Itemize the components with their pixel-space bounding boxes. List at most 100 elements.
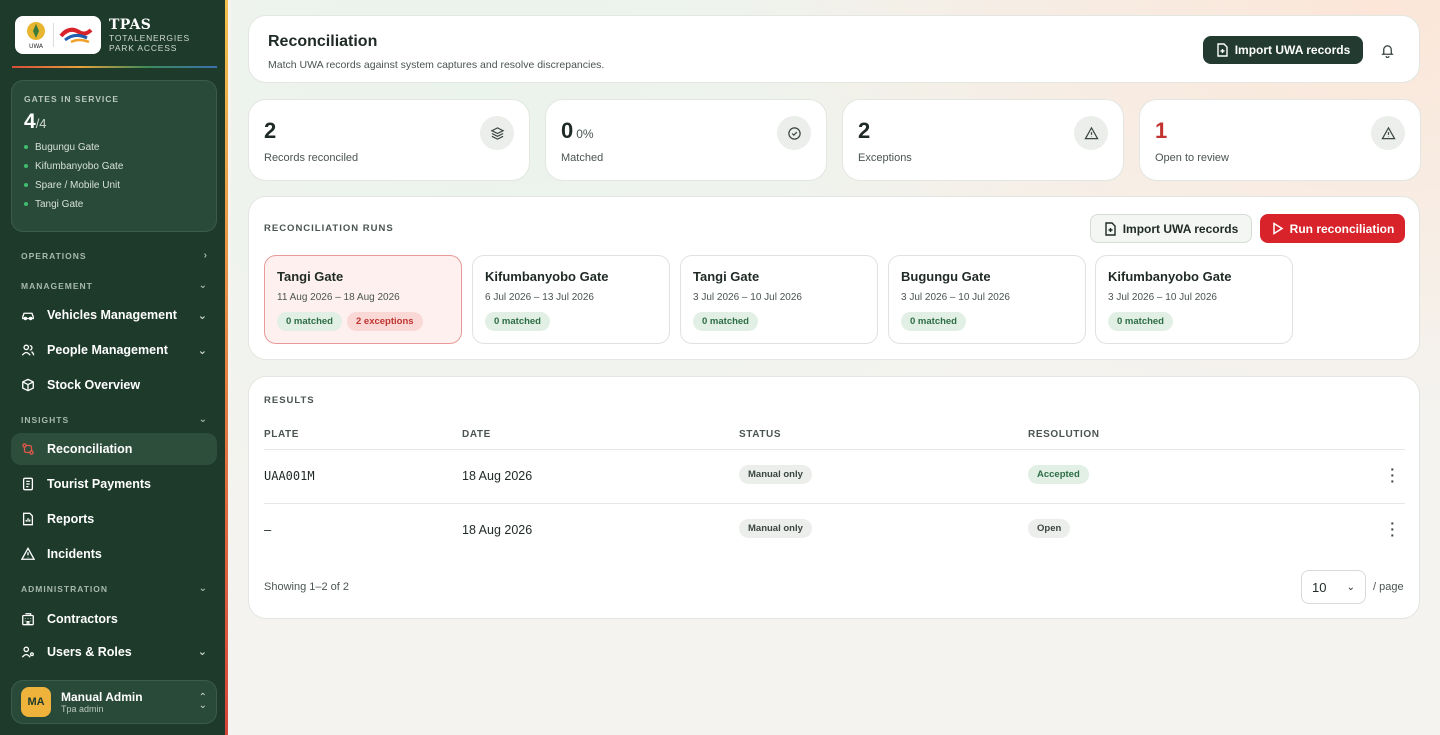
import-uwa-records-button[interactable]: Import UWA records: [1090, 214, 1252, 243]
exceptions-badge: 2 exceptions: [347, 312, 423, 331]
sidebar-item-contractors[interactable]: Contractors: [11, 603, 217, 635]
sidebar-item-label: Reports: [47, 512, 95, 526]
sidebar-item-label: Users & Roles: [47, 645, 132, 659]
status-dot-icon: [24, 202, 28, 206]
stat-label: Open to review: [1155, 152, 1229, 164]
receipt-icon: [21, 477, 35, 491]
sidebar-item-users-roles[interactable]: Users & Roles ⌄: [11, 637, 217, 661]
per-page-label: / page: [1373, 581, 1404, 593]
run-card[interactable]: Kifumbanyobo Gate 3 Jul 2026 – 10 Jul 20…: [1095, 255, 1293, 344]
gate-item: Tangi Gate: [24, 198, 204, 210]
resolution-badge: Accepted: [1028, 465, 1089, 484]
nav-section-administration[interactable]: ADMINISTRATION ⌄: [21, 583, 207, 594]
run-reconciliation-button[interactable]: Run reconciliation: [1260, 214, 1405, 243]
git-compare-icon: [21, 442, 35, 456]
chevron-down-icon: ⌄: [198, 280, 207, 291]
stat-number: 2: [264, 118, 277, 143]
gate-name: Bugungu Gate: [35, 141, 100, 153]
run-gate-name: Bugungu Gate: [901, 269, 991, 284]
nav-section-operations[interactable]: OPERATIONS ›: [21, 250, 207, 261]
run-date-range: 11 Aug 2026 – 18 Aug 2026: [277, 292, 400, 303]
chevron-right-icon: ›: [203, 250, 207, 261]
svg-text:UWA: UWA: [29, 43, 44, 50]
stat-value: 2: [264, 118, 276, 144]
uwa-logo-icon: UWA: [27, 22, 46, 50]
brand-divider: [12, 66, 217, 68]
sidebar-item-reconciliation[interactable]: Reconciliation: [11, 433, 217, 465]
column-header-date[interactable]: DATE: [462, 429, 491, 440]
nav-section-label: INSIGHTS: [21, 414, 70, 425]
sidebar-item-label: Reconciliation: [47, 442, 133, 456]
brand[interactable]: UWA TPAS TOTALENERGIES PARK ACCESS: [15, 16, 190, 54]
page-header: Reconciliation Match UWA records against…: [248, 15, 1420, 83]
stat-label: Matched: [561, 152, 604, 164]
run-gate-name: Kifumbanyobo Gate: [485, 269, 609, 284]
column-header-resolution[interactable]: RESOLUTION: [1028, 429, 1100, 440]
gate-item: Kifumbanyobo Gate: [24, 160, 204, 172]
matched-badge: 0 matched: [277, 312, 342, 331]
sidebar-item-vehicles[interactable]: Vehicles Management ⌄: [11, 299, 217, 331]
chevron-down-icon: ⌄: [1346, 581, 1355, 593]
button-label: Import UWA records: [1234, 43, 1351, 57]
sidebar-item-reports[interactable]: Reports: [11, 503, 217, 535]
check-circle-icon: [777, 116, 811, 150]
run-gate-name: Tangi Gate: [693, 269, 760, 284]
sidebar-item-people[interactable]: People Management ⌄: [11, 334, 217, 366]
sidebar-item-label: Incidents: [47, 547, 102, 561]
more-vertical-icon[interactable]: · · ·: [1390, 516, 1395, 542]
avatar: MA: [21, 687, 51, 717]
nav-section-insights[interactable]: INSIGHTS ⌄: [21, 414, 207, 425]
sidebar-item-label: Vehicles Management: [47, 308, 177, 322]
file-chart-icon: [21, 512, 35, 526]
reconciliation-runs-panel: RECONCILIATION RUNS Import UWA records R…: [248, 196, 1420, 360]
table-row[interactable]: UAA001M 18 Aug 2026 Manual only Accepted…: [264, 449, 1405, 502]
per-page-select[interactable]: 10 ⌄: [1301, 570, 1366, 604]
nav-section-label: MANAGEMENT: [21, 280, 93, 291]
sidebar-item-tourist-payments[interactable]: Tourist Payments: [11, 468, 217, 500]
column-header-plate[interactable]: PLATE: [264, 429, 299, 440]
file-plus-icon: [1105, 221, 1116, 236]
sidebar: UWA TPAS TOTALENERGIES PARK ACCESS GATES…: [0, 0, 228, 735]
table-row[interactable]: — 18 Aug 2026 Manual only Open · · ·: [264, 503, 1405, 556]
nav-section-management[interactable]: MANAGEMENT ⌄: [21, 280, 207, 291]
notifications-bell-icon[interactable]: [1377, 40, 1397, 60]
page-title: Reconciliation: [268, 33, 378, 50]
status-dot-icon: [24, 164, 28, 168]
stat-label: Exceptions: [858, 152, 912, 164]
plate-cell: —: [264, 523, 272, 537]
run-card[interactable]: Tangi Gate 11 Aug 2026 – 18 Aug 2026 0 m…: [264, 255, 462, 344]
play-icon: [1272, 222, 1284, 235]
run-card[interactable]: Tangi Gate 3 Jul 2026 – 10 Jul 2026 0 ma…: [680, 255, 878, 344]
status-badge: Manual only: [739, 519, 812, 538]
column-header-status[interactable]: STATUS: [739, 429, 781, 440]
warning-icon: [1074, 116, 1108, 150]
totalenergies-logo-icon: [59, 27, 93, 44]
stat-label: Records reconciled: [264, 152, 359, 164]
users-icon: [21, 343, 35, 357]
run-gate-name: Kifumbanyobo Gate: [1108, 269, 1232, 284]
date-cell: 18 Aug 2026: [462, 469, 533, 483]
gates-count: 4/4: [24, 110, 204, 134]
page-subtitle: Match UWA records against system capture…: [268, 59, 605, 71]
brand-subtitle-2: PARK ACCESS: [109, 43, 178, 53]
chevron-down-icon: ⌄: [197, 309, 207, 322]
gates-in-service-panel: GATES IN SERVICE 4/4 Bugungu Gate Kifumb…: [11, 80, 217, 232]
chevron-down-icon: ⌄: [198, 414, 207, 425]
sidebar-item-incidents[interactable]: Incidents: [11, 538, 217, 570]
sidebar-item-label: People Management: [47, 343, 168, 357]
run-card[interactable]: Kifumbanyobo Gate 6 Jul 2026 – 13 Jul 20…: [472, 255, 670, 344]
sidebar-item-stock[interactable]: Stock Overview: [11, 369, 217, 401]
warning-icon: [21, 547, 35, 561]
status-badge: Manual only: [739, 465, 812, 484]
gates-active-count: 4: [24, 110, 36, 133]
more-vertical-icon[interactable]: · · ·: [1390, 462, 1395, 488]
nav-section-label: ADMINISTRATION: [21, 583, 109, 594]
import-uwa-records-button[interactable]: Import UWA records: [1203, 36, 1363, 64]
gate-name: Tangi Gate: [35, 198, 84, 210]
user-menu[interactable]: MA Manual Admin Tpa admin ⌃ ⌄: [11, 680, 217, 724]
chevron-down-icon: ⌄: [198, 583, 207, 594]
matched-badge: 0 matched: [693, 312, 758, 331]
run-card[interactable]: Bugungu Gate 3 Jul 2026 – 10 Jul 2026 0 …: [888, 255, 1086, 344]
stat-value: 1: [1155, 118, 1167, 144]
sidebar-item-label: Tourist Payments: [47, 477, 151, 491]
